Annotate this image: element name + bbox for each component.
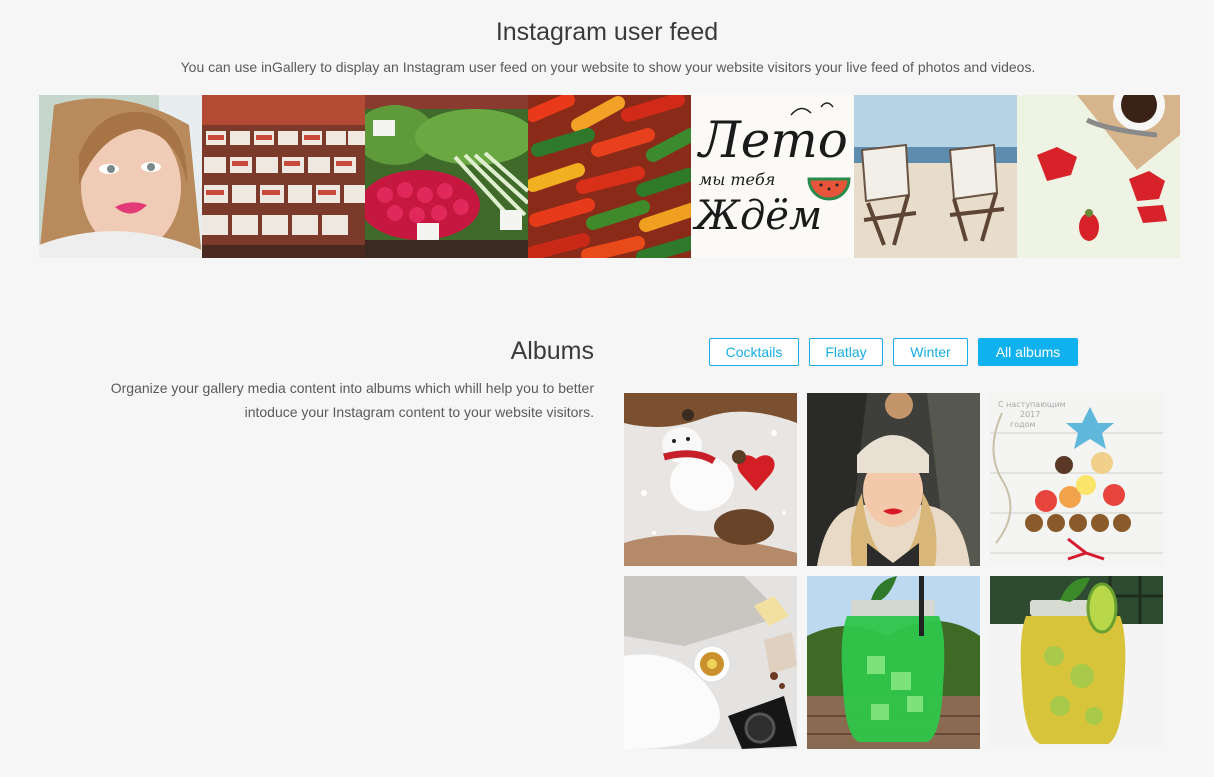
- feed-photo-row: Лето мы тебя Ждём: [39, 95, 1180, 258]
- feed-photo-selfie[interactable]: [39, 95, 202, 258]
- lettering-line2: мы тебя: [699, 170, 775, 189]
- feed-photo-peppers[interactable]: [528, 95, 691, 258]
- album-photo-green-cocktail[interactable]: [807, 576, 980, 749]
- album-photo-cookies-tree[interactable]: С наступающим 2017 годом: [990, 393, 1163, 566]
- feed-photo-radishes[interactable]: [365, 95, 528, 258]
- filter-flatlay-button[interactable]: Flatlay: [809, 338, 883, 366]
- feed-title: Instagram user feed: [495, 18, 719, 46]
- filter-all-albums-button[interactable]: All albums: [978, 338, 1078, 366]
- cookies-caption-line3: годом: [1010, 420, 1036, 429]
- feed-photo-market-stall[interactable]: [202, 95, 365, 258]
- cookies-caption-line2: 2017: [1020, 410, 1040, 419]
- feed-photo-beach-chairs[interactable]: [854, 95, 1017, 258]
- filter-cocktails-button[interactable]: Cocktails: [709, 338, 799, 366]
- cookies-caption-line1: С наступающим: [998, 400, 1066, 409]
- album-photo-lime-cocktail[interactable]: [990, 576, 1163, 749]
- lettering-line1: Лето: [696, 111, 848, 169]
- lettering-line3: Ждём: [692, 193, 822, 239]
- album-photo-tea-flatlay[interactable]: [624, 576, 797, 749]
- albums-description: Organize your gallery media content into…: [110, 380, 594, 420]
- feed-subtitle: You can use inGallery to display an Inst…: [180, 59, 1036, 75]
- albums-title: Albums: [510, 337, 594, 365]
- album-photo-snowman[interactable]: [624, 393, 797, 566]
- feed-photo-lettering[interactable]: Лето мы тебя Ждём: [691, 95, 854, 258]
- filter-winter-button[interactable]: Winter: [893, 338, 968, 366]
- feed-photo-strawberries[interactable]: [1017, 95, 1180, 258]
- album-photo-winter-portrait[interactable]: [807, 393, 980, 566]
